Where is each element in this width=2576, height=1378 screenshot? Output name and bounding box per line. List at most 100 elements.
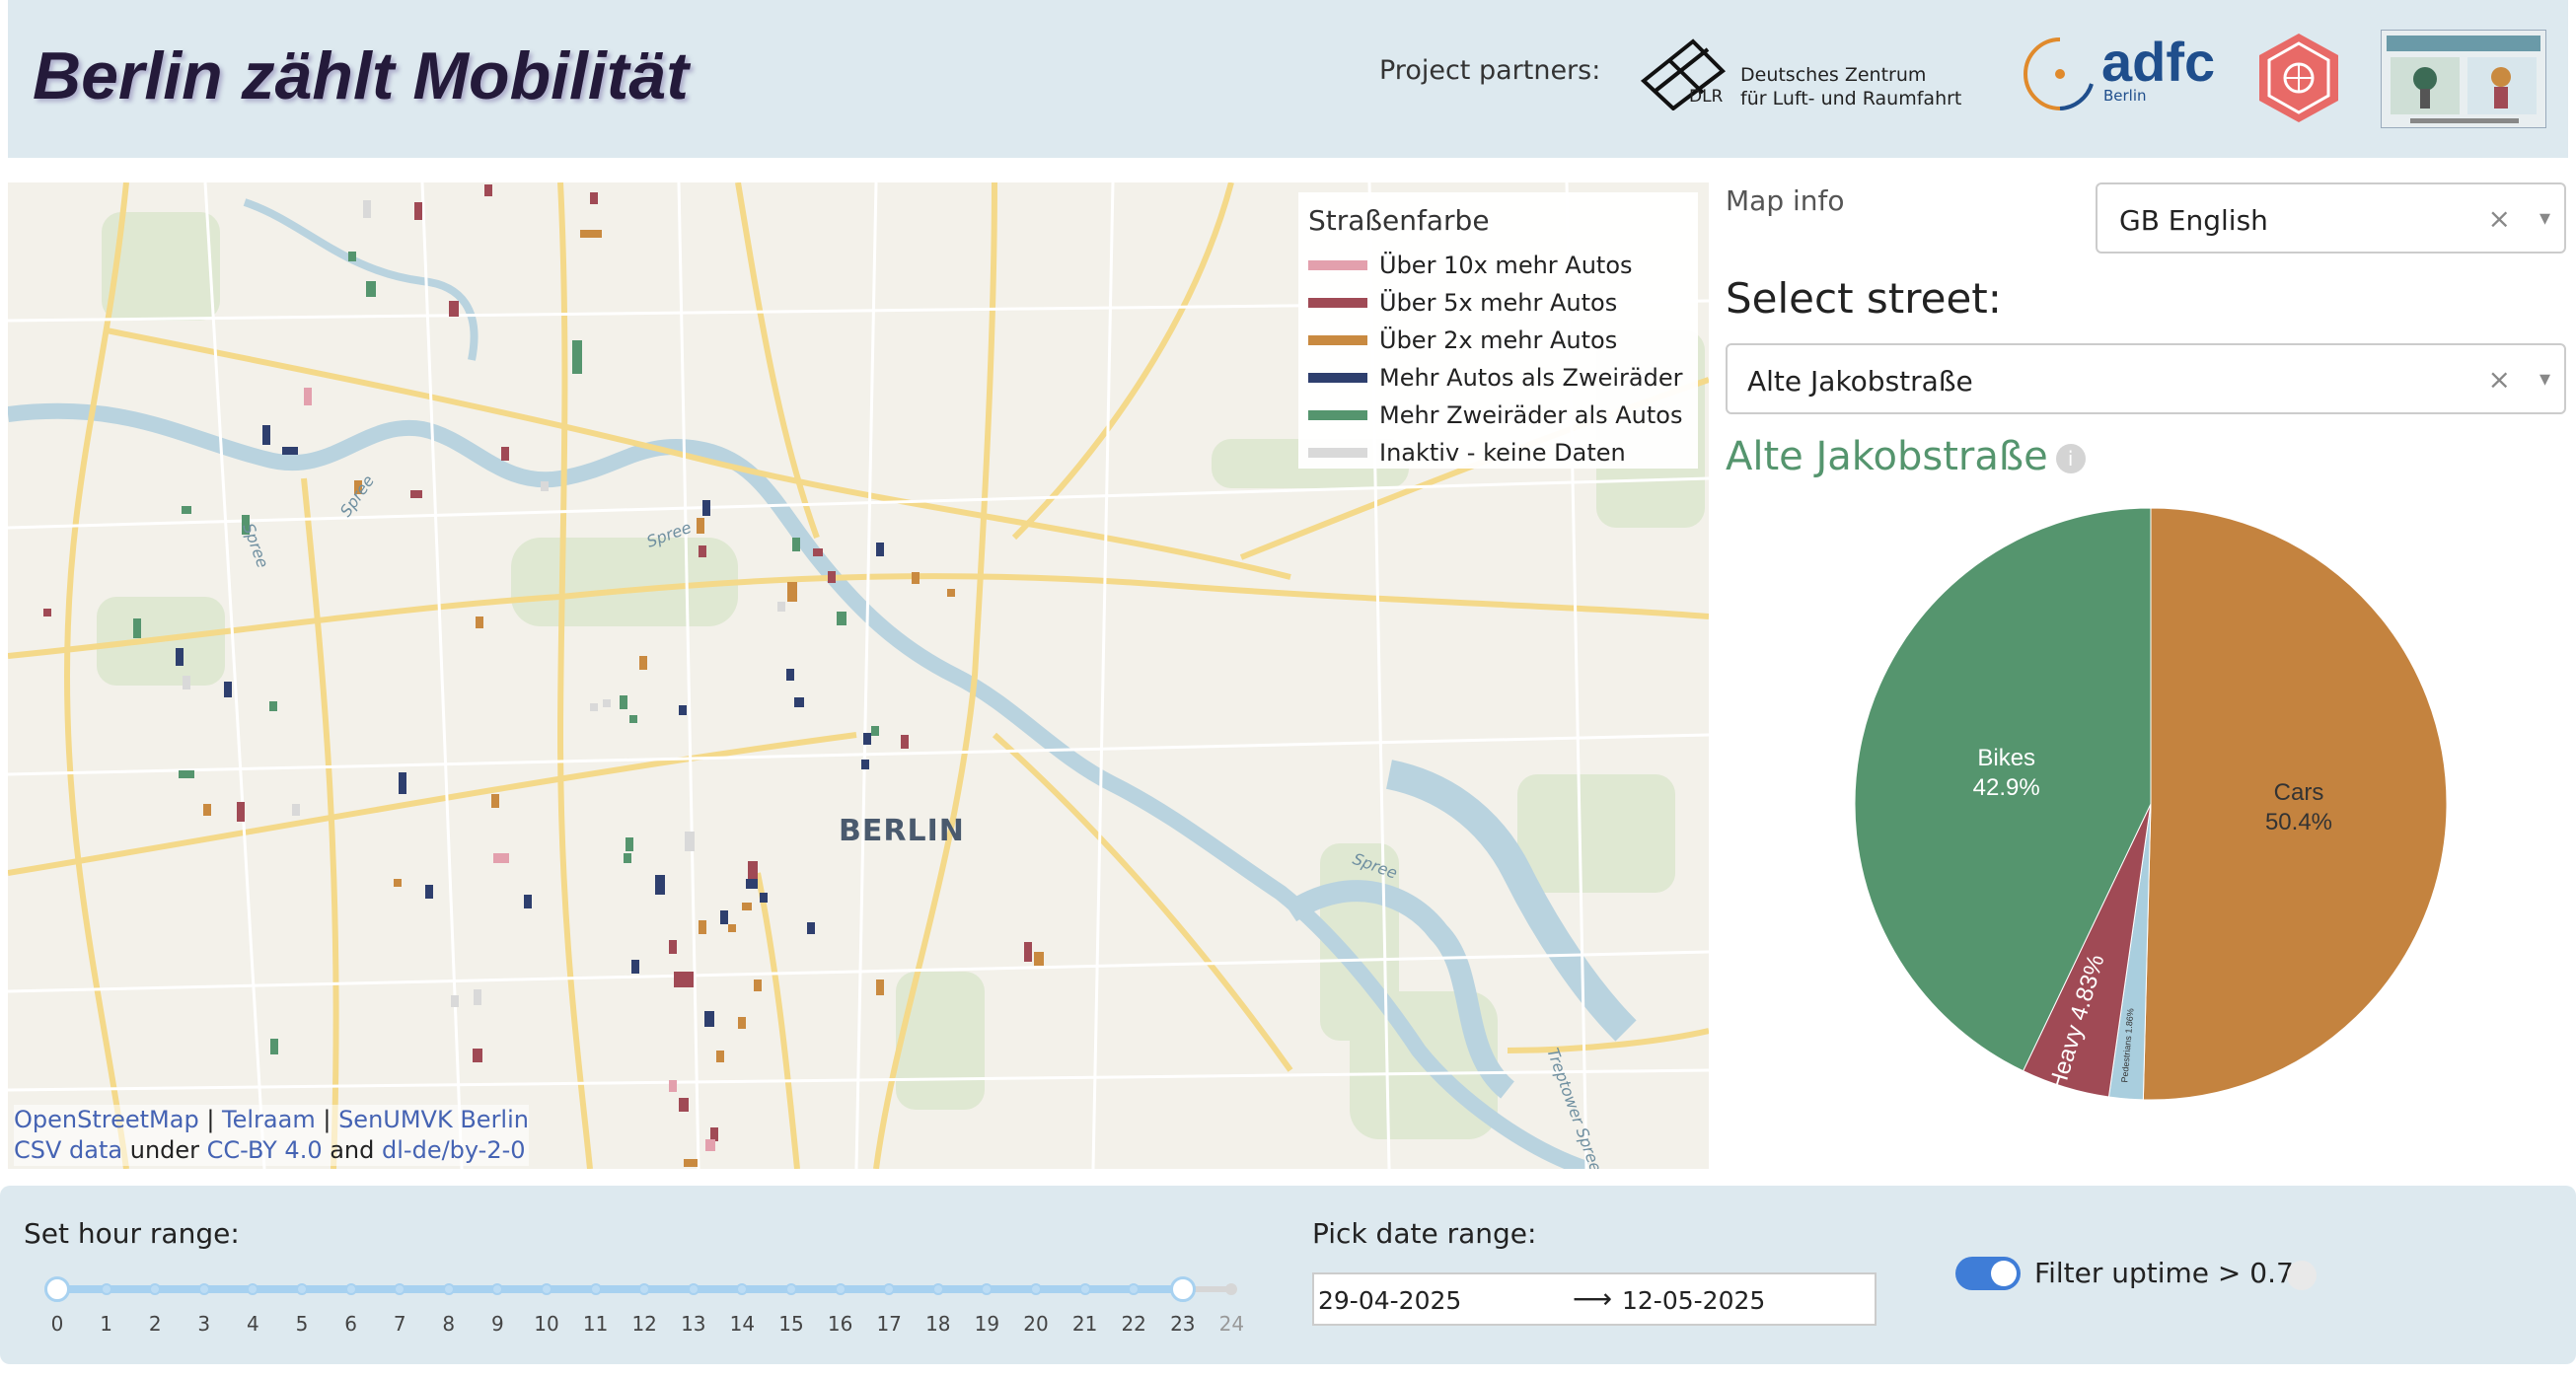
map[interactable]: Spree Spree Spree Spree Treptower Spree BERL… bbox=[8, 182, 1709, 1169]
slider-step[interactable] bbox=[589, 1283, 602, 1295]
start-date-input[interactable]: 29-04-2025 bbox=[1318, 1286, 1461, 1315]
street-segment[interactable] bbox=[697, 518, 704, 534]
street-segment[interactable] bbox=[348, 252, 356, 261]
date-range-picker[interactable]: 29-04-2025 ⟶ 12-05-2025 bbox=[1312, 1272, 1877, 1326]
street-segment[interactable] bbox=[684, 1159, 698, 1167]
csv-link[interactable]: CSV data bbox=[14, 1136, 122, 1164]
street-segment[interactable] bbox=[679, 705, 687, 715]
street-segment[interactable] bbox=[590, 703, 598, 711]
street-segment[interactable] bbox=[580, 230, 602, 238]
senumvk-link[interactable]: SenUMVK Berlin bbox=[338, 1106, 529, 1133]
dlr-logo[interactable]: DLR Deutsches Zentrum für Luft- und Raum… bbox=[1634, 32, 1969, 112]
street-segment[interactable] bbox=[863, 733, 871, 745]
hour-range-slider[interactable] bbox=[44, 1274, 1241, 1304]
street-segment[interactable] bbox=[262, 425, 270, 445]
street-segment[interactable] bbox=[133, 618, 141, 638]
street-segment[interactable] bbox=[572, 340, 582, 374]
seal-logo[interactable] bbox=[2255, 32, 2342, 124]
street-segment[interactable] bbox=[363, 200, 371, 218]
slider-track[interactable] bbox=[57, 1285, 1183, 1293]
street-segment[interactable] bbox=[655, 875, 665, 895]
street-segment[interactable] bbox=[669, 1080, 677, 1092]
pie-chart[interactable]: Cars 50.4% Pedestrians 1.86% Heavy 4.83% Bik… bbox=[1835, 488, 2466, 1120]
street-segment[interactable] bbox=[876, 979, 884, 995]
info-icon[interactable] bbox=[2287, 1261, 2317, 1290]
street-segment[interactable] bbox=[777, 602, 785, 612]
street-segment[interactable] bbox=[901, 735, 909, 749]
legend-item[interactable]: Mehr Zweiräder als Autos bbox=[1308, 397, 1688, 434]
osm-link[interactable]: OpenStreetMap bbox=[14, 1106, 199, 1133]
slider-step[interactable] bbox=[442, 1283, 455, 1295]
street-segment[interactable] bbox=[491, 794, 499, 808]
street-segment[interactable] bbox=[828, 571, 836, 583]
street-segment[interactable] bbox=[639, 656, 647, 670]
street-segment[interactable] bbox=[269, 701, 277, 711]
street-segment[interactable] bbox=[203, 804, 211, 816]
street-segment[interactable] bbox=[626, 837, 633, 851]
street-segment[interactable] bbox=[699, 920, 706, 934]
end-date-input[interactable]: 12-05-2025 bbox=[1622, 1286, 1765, 1315]
street-segment[interactable] bbox=[473, 1049, 482, 1062]
street-segment[interactable] bbox=[524, 895, 532, 908]
street-segment[interactable] bbox=[603, 699, 611, 707]
street-segment[interactable] bbox=[631, 960, 639, 974]
slider-step[interactable] bbox=[541, 1283, 552, 1295]
street-segment[interactable] bbox=[474, 989, 481, 1005]
slider-step[interactable] bbox=[1128, 1283, 1141, 1295]
dlde-link[interactable]: dl-de/by-2-0 bbox=[382, 1136, 526, 1164]
slider-step[interactable] bbox=[149, 1283, 162, 1295]
slider-step[interactable] bbox=[394, 1283, 406, 1295]
street-segment[interactable] bbox=[947, 589, 955, 597]
legend-item[interactable]: Inaktiv - keine Daten bbox=[1308, 434, 1688, 471]
slider-step[interactable] bbox=[785, 1283, 797, 1295]
slider-step[interactable] bbox=[687, 1283, 699, 1295]
chevron-down-icon[interactable]: ▾ bbox=[2539, 206, 2550, 231]
street-segment[interactable] bbox=[449, 301, 459, 317]
street-segment[interactable] bbox=[912, 572, 920, 584]
clear-icon[interactable]: × bbox=[2488, 202, 2511, 235]
street-segment[interactable] bbox=[410, 490, 422, 498]
street-segment[interactable] bbox=[484, 184, 492, 196]
street-segment[interactable] bbox=[705, 1139, 715, 1151]
street-segment[interactable] bbox=[787, 582, 797, 602]
legend-item[interactable]: Über 2x mehr Autos bbox=[1308, 322, 1688, 359]
slider-step[interactable] bbox=[1225, 1283, 1238, 1295]
language-select[interactable]: GB English × ▾ bbox=[2096, 182, 2566, 254]
street-segment[interactable] bbox=[590, 192, 598, 204]
slider-step[interactable] bbox=[981, 1283, 994, 1295]
legend-item[interactable]: Mehr Autos als Zweiräder bbox=[1308, 359, 1688, 397]
poster-logo[interactable] bbox=[2380, 29, 2547, 129]
street-segment[interactable] bbox=[629, 715, 637, 723]
legend-item[interactable]: Über 10x mehr Autos bbox=[1308, 247, 1688, 284]
street-segment[interactable] bbox=[237, 802, 245, 822]
street-segment[interactable] bbox=[742, 903, 752, 910]
street-segment[interactable] bbox=[541, 481, 549, 491]
street-segment[interactable] bbox=[746, 879, 758, 889]
slider-step[interactable] bbox=[344, 1283, 357, 1295]
slider-step[interactable] bbox=[638, 1283, 651, 1295]
uptime-toggle[interactable] bbox=[1955, 1257, 2021, 1290]
street-segment[interactable] bbox=[792, 538, 800, 551]
street-segment[interactable] bbox=[501, 447, 509, 461]
slider-step[interactable] bbox=[197, 1283, 210, 1295]
slider-step[interactable] bbox=[1030, 1283, 1042, 1295]
street-select[interactable]: Alte Jakobstraße × ▾ bbox=[1726, 343, 2566, 414]
map-info-label[interactable]: Map info bbox=[1726, 184, 1845, 217]
slider-step[interactable] bbox=[491, 1283, 504, 1295]
street-segment[interactable] bbox=[876, 543, 884, 556]
slider-step[interactable] bbox=[931, 1283, 944, 1295]
street-segment[interactable] bbox=[704, 1011, 714, 1027]
slider-step[interactable] bbox=[834, 1283, 846, 1295]
street-segment[interactable] bbox=[224, 682, 232, 697]
street-segment[interactable] bbox=[624, 853, 631, 863]
street-segment[interactable] bbox=[738, 1017, 746, 1029]
street-segment[interactable] bbox=[270, 1039, 278, 1054]
street-segment[interactable] bbox=[685, 832, 695, 851]
street-segment[interactable] bbox=[176, 648, 184, 666]
slider-step[interactable] bbox=[736, 1283, 749, 1295]
street-segment[interactable] bbox=[282, 447, 298, 455]
street-segment[interactable] bbox=[710, 1127, 718, 1141]
street-segment[interactable] bbox=[425, 885, 433, 899]
street-segment[interactable] bbox=[786, 669, 794, 681]
street-segment[interactable] bbox=[292, 804, 300, 816]
